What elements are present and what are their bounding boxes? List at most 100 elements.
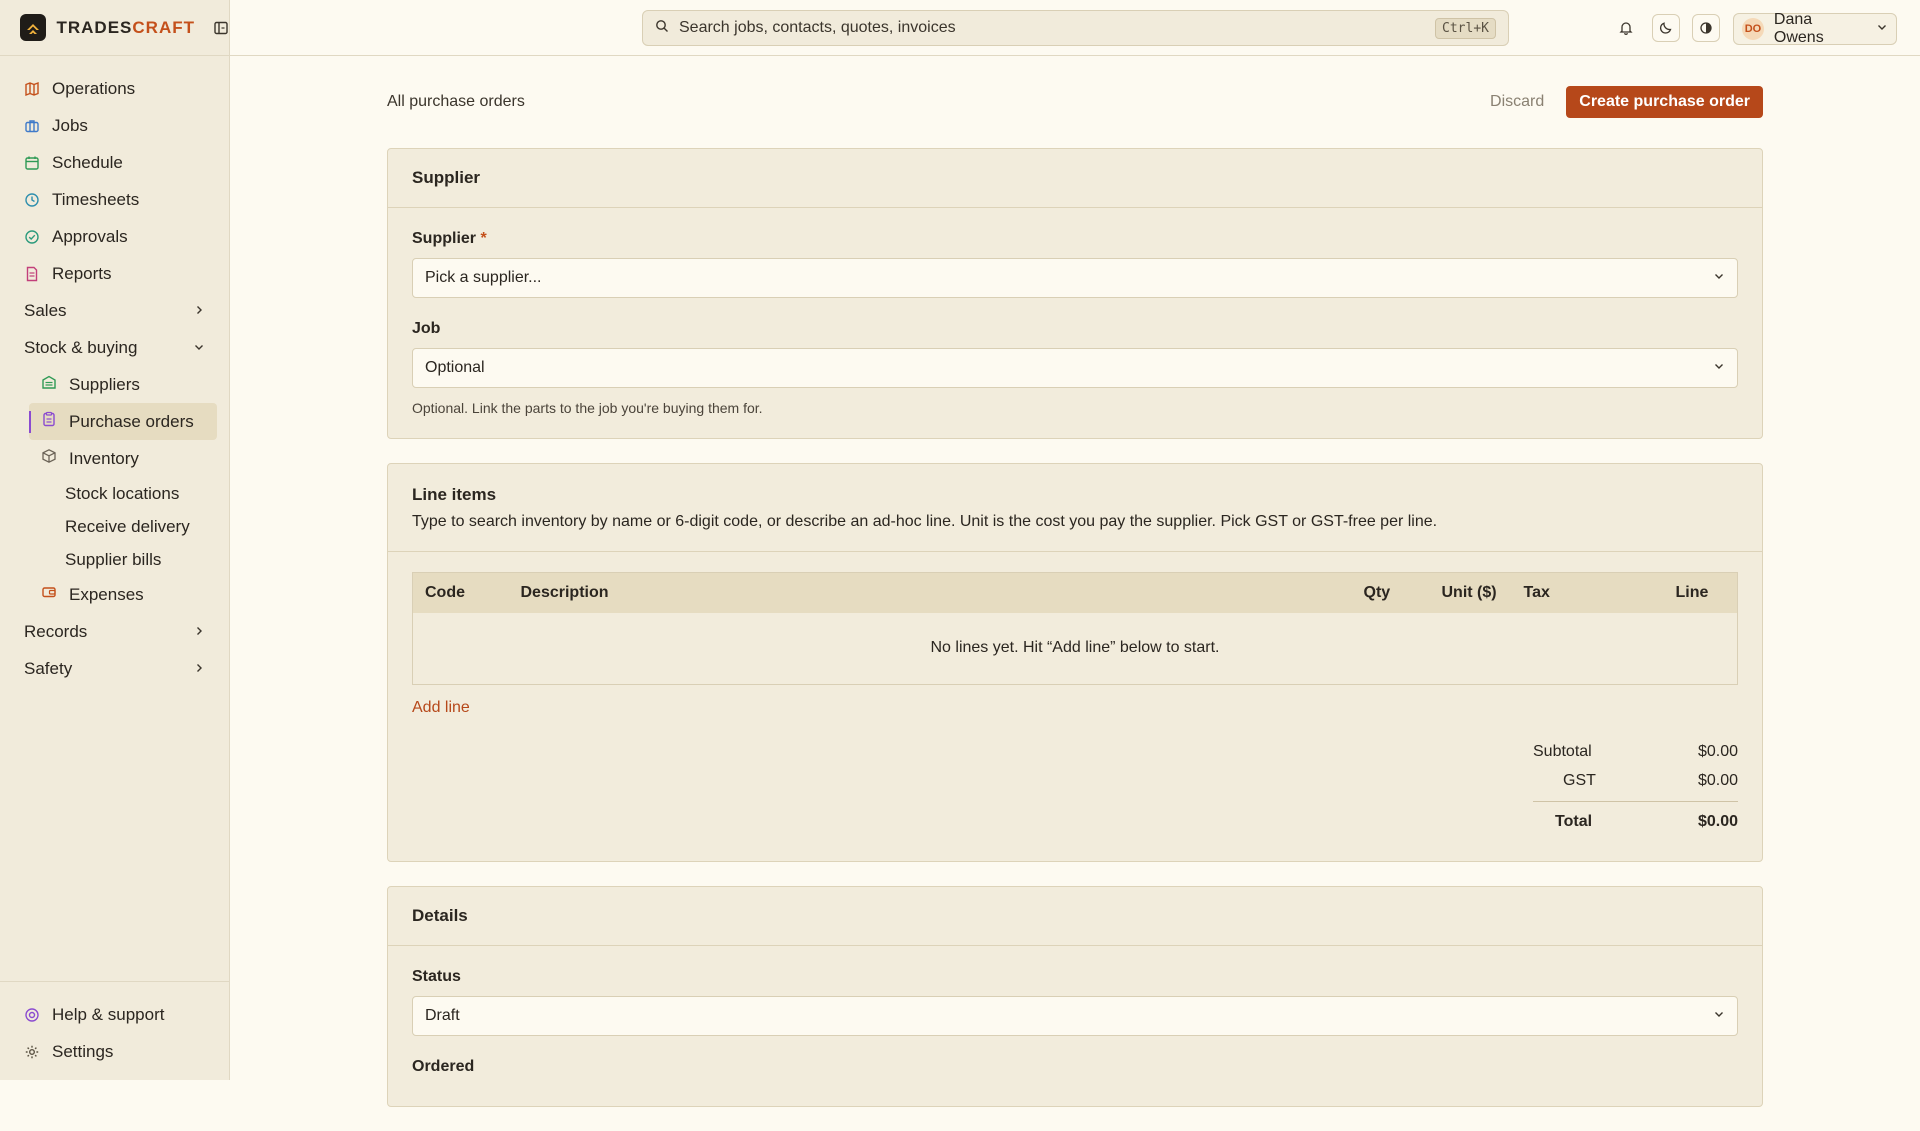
nav-label: Timesheets — [52, 189, 140, 209]
status-label: Status — [412, 968, 461, 985]
nav-receive-delivery[interactable]: Receive delivery — [0, 510, 229, 543]
nav-label: Inventory — [69, 448, 139, 468]
breadcrumb-all-purchase-orders[interactable]: All purchase orders — [387, 93, 525, 111]
total-value: $0.00 — [1697, 812, 1738, 830]
chevron-down-icon — [193, 338, 205, 358]
chevron-down-icon — [1876, 20, 1888, 38]
line-items-table: Code Description Qty Unit ($) Tax Line N… — [412, 572, 1738, 685]
table-header-row: Code Description Qty Unit ($) Tax Line — [412, 572, 1738, 613]
nav-settings[interactable]: Settings — [0, 1033, 229, 1070]
nav-schedule[interactable]: Schedule — [0, 144, 229, 181]
nav-label: Schedule — [52, 152, 123, 172]
sidebar-collapse-icon[interactable] — [213, 20, 229, 36]
job-hint: Optional. Link the parts to the job you'… — [412, 400, 763, 416]
card-title: Details — [412, 906, 468, 925]
clock-icon — [24, 192, 40, 208]
nav-operations[interactable]: Operations — [0, 70, 229, 107]
status-select-value: Draft — [425, 1007, 460, 1024]
subtotal-row: Subtotal $0.00 — [1533, 737, 1738, 766]
nav-inventory[interactable]: Inventory — [0, 440, 229, 477]
nav-purchase-orders[interactable]: Purchase orders — [29, 403, 217, 440]
card-description: Type to search inventory by name or 6-di… — [412, 512, 1438, 530]
card-header: Supplier — [388, 149, 1762, 208]
nav-label: Suppliers — [69, 374, 140, 394]
gear-icon — [24, 1044, 40, 1060]
nav-label: Help & support — [52, 1004, 165, 1024]
nav-group-label: Sales — [24, 300, 67, 320]
contrast-icon[interactable] — [1692, 14, 1720, 42]
details-card: Details Status Draft Ordered — [387, 886, 1763, 1107]
nav-supplier-bills[interactable]: Supplier bills — [0, 543, 229, 576]
nav-label: Expenses — [69, 584, 144, 604]
gst-value: $0.00 — [1697, 771, 1738, 789]
nav-group-label: Stock & buying — [24, 337, 138, 357]
nav-label: Operations — [52, 78, 136, 98]
supplier-select[interactable]: Pick a supplier... — [412, 258, 1738, 298]
column-header: Line — [1663, 572, 1738, 613]
total-row: Total $0.00 — [1533, 801, 1738, 841]
nav-label: Supplier bills — [65, 549, 162, 569]
chevron-down-icon — [1713, 359, 1725, 377]
sidebar: TRADESCRAFT Operations Jobs Schedule Tim… — [0, 0, 230, 1080]
column-header: Description — [508, 572, 1352, 613]
calendar-icon — [24, 155, 40, 171]
ordered-label: Ordered — [412, 1058, 475, 1075]
nav-reports[interactable]: Reports — [0, 255, 229, 292]
briefcase-icon — [24, 118, 40, 134]
total-label: Total — [1555, 812, 1593, 830]
nav-group-label: Safety — [24, 658, 73, 678]
add-line-button[interactable]: Add line — [412, 699, 470, 717]
discard-button[interactable]: Discard — [1480, 87, 1554, 117]
bell-icon[interactable] — [1612, 14, 1640, 42]
search-input[interactable]: Search jobs, contacts, quotes, invoices … — [642, 10, 1509, 46]
user-name: Dana Owens — [1773, 11, 1824, 46]
page-actions: Discard Create purchase order — [1480, 86, 1763, 118]
user-menu[interactable]: DO Dana Owens — [1733, 11, 1897, 46]
chevron-right-icon — [193, 622, 205, 642]
main-nav: Operations Jobs Schedule Timesheets Appr… — [0, 56, 229, 687]
card-title: Supplier — [412, 168, 481, 187]
page-header: All purchase orders Discard Create purch… — [387, 56, 1763, 148]
nav-label: Stock locations — [65, 483, 180, 503]
nav-group-label: Records — [24, 621, 88, 641]
nav-help[interactable]: Help & support — [0, 996, 229, 1033]
nav-group-sales[interactable]: Sales — [0, 292, 229, 329]
brand: TRADESCRAFT — [0, 0, 229, 56]
column-header: Code — [412, 572, 509, 613]
chevron-right-icon — [193, 659, 205, 679]
job-select[interactable]: Optional — [412, 348, 1738, 388]
nav-timesheets[interactable]: Timesheets — [0, 181, 229, 218]
logo-icon[interactable] — [20, 14, 47, 41]
nav-suppliers[interactable]: Suppliers — [0, 366, 229, 403]
map-icon — [24, 81, 40, 97]
nav-label: Reports — [52, 263, 112, 283]
required-mark: * — [480, 230, 487, 247]
box-icon — [41, 448, 57, 469]
search-icon — [655, 19, 669, 38]
nav-expenses[interactable]: Expenses — [0, 576, 229, 613]
nav-stock-locations[interactable]: Stock locations — [0, 477, 229, 510]
nav-label: Approvals — [52, 226, 128, 246]
nav-group-records[interactable]: Records — [0, 613, 229, 650]
main-content: All purchase orders Discard Create purch… — [387, 56, 1763, 1131]
status-select[interactable]: Draft — [412, 996, 1738, 1036]
search-shortcut: Ctrl+K — [1435, 17, 1496, 39]
wallet-icon — [41, 584, 57, 605]
topbar: Search jobs, contacts, quotes, invoices … — [230, 0, 1920, 56]
job-label: Job — [412, 320, 441, 337]
gst-row: GST $0.00 — [1533, 766, 1738, 795]
nav-group-stock[interactable]: Stock & buying — [0, 329, 229, 366]
nav-jobs[interactable]: Jobs — [0, 107, 229, 144]
supplier-card: Supplier Supplier * Pick a supplier... J… — [387, 148, 1763, 439]
nav-approvals[interactable]: Approvals — [0, 218, 229, 255]
empty-message: No lines yet. Hit “Add line” below to st… — [412, 612, 1738, 685]
nav-group-safety[interactable]: Safety — [0, 650, 229, 687]
create-purchase-order-button[interactable]: Create purchase order — [1566, 86, 1763, 118]
column-header: Unit ($) — [1429, 572, 1512, 613]
chevron-down-icon — [1713, 269, 1725, 287]
supplier-label: Supplier * — [412, 230, 487, 247]
nav-label: Receive delivery — [65, 516, 190, 536]
moon-icon[interactable] — [1652, 14, 1680, 42]
totals: Subtotal $0.00 GST $0.00 Total $0.00 — [1533, 737, 1738, 841]
chevron-right-icon — [193, 301, 205, 321]
